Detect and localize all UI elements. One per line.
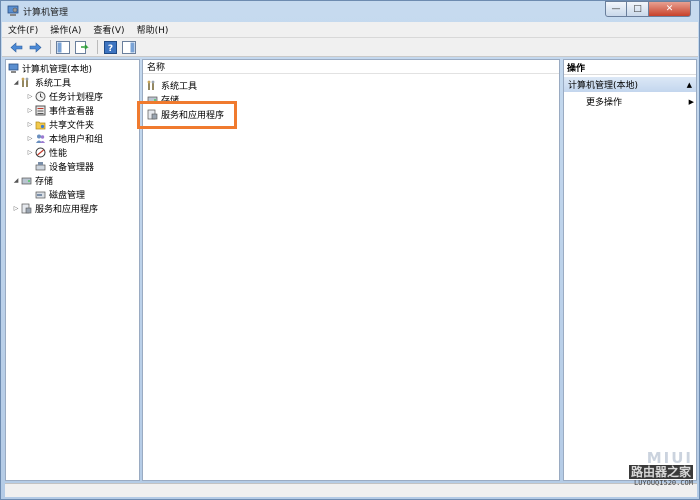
column-header-label: 名称 [147,63,166,73]
computer-management-icon [7,5,19,16]
services-icon [147,109,158,120]
tree-item-local-users-groups[interactable]: ▷ 本地用户和组 [26,132,103,145]
minimize-button[interactable]: — [605,1,627,17]
services-icon [21,203,32,214]
watermark: MIUI 路由器之家 LUYOUQI520.COM [619,451,693,493]
disk-management-icon [35,191,46,199]
more-actions-label: 更多操作 [586,98,623,108]
expanded-triangle-icon[interactable]: ◢ [12,78,20,88]
collapsed-triangle-icon[interactable]: ▷ [26,92,34,102]
watermark-bottom: LUYOUQI520.COM [633,479,693,487]
list-item[interactable]: 存储 [147,93,179,106]
tree-label: 本地用户和组 [49,135,104,145]
collapsed-triangle-icon[interactable]: ▷ [26,120,34,130]
tree-item-performance[interactable]: ▷ 性能 [26,146,67,159]
back-arrow-icon [10,41,22,53]
tools-icon [21,77,29,87]
tree-item-services-applications[interactable]: ▷ 服务和应用程序 [12,202,98,215]
title-bar[interactable]: 计算机管理 — □ ✕ [1,1,699,21]
shared-folder-icon [35,121,46,130]
tree-item-storage[interactable]: ◢ 存储 [12,174,53,187]
actions-section-label: 计算机管理(本地) [568,81,639,91]
tree-label: 事件查看器 [49,107,95,117]
toolbar-separator [97,40,98,54]
tree-label: 磁盘管理 [49,191,86,201]
storage-icon [21,177,32,185]
forward-arrow-icon [29,41,41,53]
tree-label: 计算机管理(本地) [22,65,93,75]
menu-action[interactable]: 操作(A) [44,23,87,36]
tree-label: 存储 [35,177,54,187]
toolbar: ? [2,38,698,57]
tree-item-system-tools[interactable]: ◢ 系统工具 [12,76,71,89]
list-item-label: 系统工具 [161,82,198,92]
tree-label: 服务和应用程序 [35,205,99,215]
expanded-triangle-icon[interactable]: ◢ [12,176,20,186]
export-list-button[interactable] [74,40,90,55]
performance-icon [35,147,46,158]
column-header-name[interactable]: 名称 [143,60,559,74]
actions-header: 操作 [564,60,696,75]
forward-button[interactable] [27,40,43,55]
collapsed-triangle-icon[interactable]: ▷ [26,134,34,144]
toolbar-separator [50,40,51,54]
tree-label: 任务计划程序 [49,93,104,103]
list-item[interactable]: 系统工具 [147,79,197,92]
console-tree-icon [56,40,70,54]
watermark-middle: 路由器之家 [628,465,693,479]
device-manager-icon [35,162,46,171]
submenu-arrow-icon: ▶ [688,97,694,106]
actions-pane: 操作 计算机管理(本地) ▲ 更多操作 ▶ [563,59,697,481]
tools-icon [147,80,155,90]
status-bar [5,483,697,497]
computer-management-icon [8,63,19,73]
collapse-up-icon[interactable]: ▲ [687,81,692,89]
list-item-label: 存储 [161,96,180,106]
console-tree-pane[interactable]: 计算机管理(本地) ◢ 系统工具 ▷ 任务计划程序 ▷ 事件查看器 ▷ 共享文件… [5,59,140,481]
maximize-button[interactable]: □ [627,1,649,17]
storage-icon [147,96,158,104]
collapsed-triangle-icon[interactable]: ▷ [26,106,34,116]
window-controls: — □ ✕ [605,1,691,17]
export-icon [75,40,89,54]
tree-label: 共享文件夹 [49,121,95,131]
close-button[interactable]: ✕ [649,1,691,17]
help-icon: ? [103,40,117,54]
tree-label: 系统工具 [35,79,72,89]
tree-item-shared-folders[interactable]: ▷ 共享文件夹 [26,118,94,131]
help-button[interactable]: ? [102,40,118,55]
list-item[interactable]: 服务和应用程序 [147,108,224,121]
computer-management-window: 计算机管理 — □ ✕ 文件(F) 操作(A) 查看(V) 帮助(H) ? 计算… [0,0,700,500]
tree-label: 设备管理器 [49,163,95,173]
actions-section-computer-management[interactable]: 计算机管理(本地) ▲ [564,77,696,92]
tree-label: 性能 [49,149,68,159]
list-item-label: 服务和应用程序 [161,111,225,121]
collapsed-triangle-icon[interactable]: ▷ [12,204,20,214]
menu-file[interactable]: 文件(F) [2,23,44,36]
show-pane-icon [122,40,136,54]
users-icon [36,134,45,143]
results-pane[interactable]: 名称 系统工具 存储 服务和应用程序 [142,59,560,481]
tree-item-task-scheduler[interactable]: ▷ 任务计划程序 [26,90,103,103]
window-title: 计算机管理 [23,8,69,18]
tree-item-event-viewer[interactable]: ▷ 事件查看器 [26,104,94,117]
watermark-top: MIUI [646,449,693,467]
tree-item-device-manager[interactable]: 设备管理器 [35,160,94,173]
menu-bar: 文件(F) 操作(A) 查看(V) 帮助(H) [2,22,698,38]
collapsed-triangle-icon[interactable]: ▷ [26,148,34,158]
tree-item-root[interactable]: 计算机管理(本地) [8,62,92,75]
back-button[interactable] [8,40,24,55]
show-hide-console-tree-button[interactable] [55,40,71,55]
clock-icon [35,91,46,102]
svg-text:?: ? [107,44,112,54]
event-viewer-icon [35,105,46,116]
more-actions-item[interactable]: 更多操作 ▶ [586,95,694,109]
show-hide-action-pane-button[interactable] [121,40,137,55]
menu-help[interactable]: 帮助(H) [131,23,175,36]
menu-view[interactable]: 查看(V) [87,23,130,36]
tree-item-disk-management[interactable]: 磁盘管理 [35,188,85,201]
